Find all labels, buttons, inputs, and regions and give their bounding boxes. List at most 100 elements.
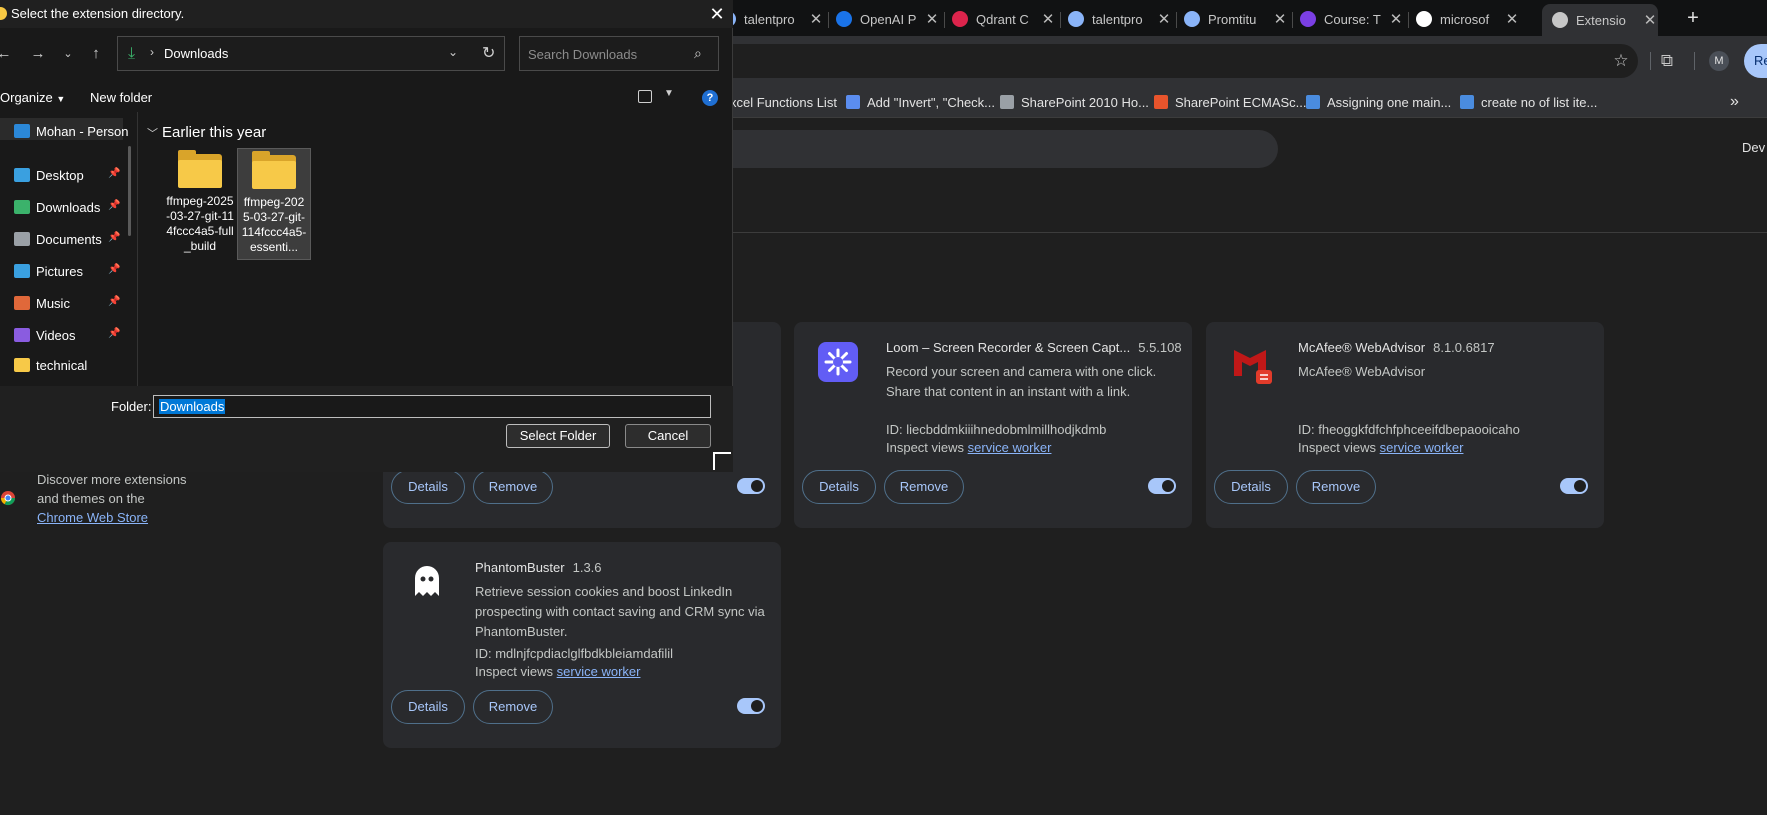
view-mode-icon[interactable] [638, 90, 652, 103]
extension-name: Loom – Screen Recorder & Screen Capt... [886, 340, 1131, 355]
tab-close-icon[interactable]: ✕ [1040, 10, 1056, 28]
resize-grip-icon[interactable] [713, 452, 731, 470]
tab-close-icon[interactable]: ✕ [808, 10, 824, 28]
extension-id: ID: fheoggkfdfchfphceeifdbepaooicaho [1298, 422, 1520, 437]
extension-name-row: Loom – Screen Recorder & Screen Capt... 5… [886, 340, 1182, 355]
openai-icon [836, 11, 852, 27]
remove-button[interactable]: Remove [884, 470, 964, 504]
pin-icon: 📌 [108, 168, 121, 179]
up-arrow-icon[interactable]: ↑ [86, 44, 106, 64]
browser-tab[interactable]: OpenAI P ✕ [836, 6, 940, 32]
bookmark-item[interactable]: xcel Functions List [730, 93, 837, 111]
nav-item-desktop[interactable]: Desktop 📌 [14, 164, 137, 186]
nav-item-downloads[interactable]: Downloads 📌 [14, 196, 137, 218]
service-worker-link[interactable]: service worker [1380, 440, 1464, 455]
service-worker-link[interactable]: service worker [968, 440, 1052, 455]
tab-title: talentpro [1092, 11, 1143, 27]
extension-card: Loom – Screen Recorder & Screen Capt... 5… [794, 322, 1192, 528]
nav-item-onedrive[interactable]: Mohan - Person [14, 120, 137, 142]
tab-separator [944, 12, 945, 28]
dialog-app-icon [0, 7, 7, 20]
bookmark-item[interactable]: create no of list ite... [1460, 93, 1597, 111]
browser-tab[interactable]: talentpro ✕ [720, 6, 824, 32]
new-folder-button[interactable]: New folder [90, 90, 152, 105]
group-header-label: Earlier this year [162, 124, 267, 141]
chrome-web-store-link[interactable]: Chrome Web Store [37, 508, 207, 527]
view-dropdown-icon[interactable]: ▼ [664, 88, 674, 99]
enable-toggle[interactable] [1560, 478, 1588, 494]
location-dropdown-icon[interactable]: ⌄ [448, 45, 458, 59]
nav-item-videos[interactable]: Videos 📌 [14, 324, 137, 346]
bookmark-item[interactable]: SharePoint 2010 Ho... [1000, 93, 1149, 111]
nav-item-pictures[interactable]: Pictures 📌 [14, 260, 137, 282]
remove-button[interactable]: Remove [473, 470, 553, 504]
browser-tab[interactable]: Extensio ✕ [1542, 4, 1658, 36]
enable-toggle[interactable] [737, 698, 765, 714]
folder-name: ffmpeg-2025-03-27-git-114fccc4a5-full_bu… [166, 194, 234, 253]
bookmark-item[interactable]: Assigning one main... [1306, 93, 1451, 111]
folder-name-input[interactable]: Downloads [153, 395, 711, 418]
refresh-icon[interactable]: ↻ [482, 43, 495, 63]
tab-close-icon[interactable]: ✕ [1388, 10, 1404, 28]
cancel-button[interactable]: Cancel [625, 424, 711, 448]
enable-toggle[interactable] [737, 478, 765, 494]
dialog-footer: Folder: Downloads Select Folder Cancel [0, 386, 733, 472]
bookmark-star-icon[interactable]: ☆ [1608, 48, 1634, 74]
select-folder-button[interactable]: Select Folder [506, 424, 610, 448]
relaunch-button[interactable]: Re [1744, 44, 1767, 78]
nav-scrollbar[interactable] [128, 146, 131, 236]
profile-avatar[interactable]: M [1709, 51, 1729, 71]
dialog-command-bar: Organize ▼ New folder ▼ ? [0, 86, 733, 112]
browser-tab[interactable]: Qdrant C ✕ [952, 6, 1056, 32]
details-button[interactable]: Details [1214, 470, 1288, 504]
bookmark-label: create no of list ite... [1481, 94, 1598, 110]
service-worker-link[interactable]: service worker [557, 664, 641, 679]
remove-button[interactable]: Remove [473, 690, 553, 724]
browser-tab[interactable]: microsof ✕ [1416, 6, 1520, 32]
tab-close-icon[interactable]: ✕ [1156, 10, 1172, 28]
discover-text: Discover more extensions and themes on t… [37, 472, 187, 506]
browser-tab[interactable]: Promtitu ✕ [1184, 6, 1288, 32]
tab-close-icon[interactable]: ✕ [1504, 10, 1520, 28]
details-button[interactable]: Details [391, 690, 465, 724]
remove-button[interactable]: Remove [1296, 470, 1376, 504]
nav-item-folder[interactable]: technical [14, 354, 137, 376]
details-button[interactable]: Details [391, 470, 465, 504]
recent-locations-chevron-icon[interactable]: ⌄ [58, 44, 78, 64]
nav-item-label: Pictures [36, 263, 83, 279]
desktop-icon [14, 168, 30, 182]
details-button[interactable]: Details [802, 470, 876, 504]
new-tab-button[interactable]: + [1680, 6, 1706, 32]
organize-menu[interactable]: Organize ▼ [0, 90, 65, 105]
folder-item[interactable]: ffmpeg-2025-03-27-git-114fccc4a5-full_bu… [163, 148, 237, 260]
folder-item[interactable]: ffmpeg-2025-03-27-git-114fccc4a5-essenti… [237, 148, 311, 260]
enable-toggle[interactable] [1148, 478, 1176, 494]
back-arrow-icon[interactable]: ← [0, 44, 14, 64]
dialog-close-icon[interactable]: ✕ [706, 3, 728, 25]
bookmark-label: Assigning one main... [1327, 94, 1452, 110]
location-bar[interactable]: ⤓ › Downloads ⌄ ↻ [117, 36, 505, 71]
extensions-icon[interactable]: ⧉ [1654, 48, 1680, 74]
folder-name: ffmpeg-2025-03-27-git-114fccc4a5-essenti… [241, 195, 307, 254]
tab-close-icon[interactable]: ✕ [1272, 10, 1288, 28]
nav-item-documents[interactable]: Documents 📌 [14, 228, 137, 250]
search-downloads-input[interactable]: Search Downloads ⌕ [519, 36, 719, 71]
group-header[interactable]: ﹀ Earlier this year [147, 124, 266, 141]
nav-item-music[interactable]: Music 📌 [14, 292, 137, 314]
bookmark-label: SharePoint 2010 Ho... [1021, 94, 1149, 110]
bookmarks-overflow-icon[interactable]: » [1730, 93, 1739, 111]
tab-title: talentpro [744, 11, 795, 27]
bookmark-item[interactable]: Add "Invert", "Check... [846, 93, 995, 111]
pin-icon: 📌 [108, 232, 121, 243]
tab-close-icon[interactable]: ✕ [924, 10, 940, 28]
inspect-views: Inspect views service worker [886, 440, 1051, 455]
help-icon[interactable]: ? [702, 90, 718, 106]
downloads-icon: ⤓ [128, 45, 136, 62]
dialog-title: Select the extension directory. [11, 6, 185, 21]
browser-tab[interactable]: Course: T ✕ [1300, 6, 1404, 32]
tab-close-icon[interactable]: ✕ [1642, 11, 1658, 29]
browser-tab[interactable]: talentpro ✕ [1068, 6, 1172, 32]
location-breadcrumb[interactable]: Downloads [164, 46, 228, 61]
forward-arrow-icon[interactable]: → [28, 44, 48, 64]
bookmark-item[interactable]: SharePoint ECMASc... [1154, 93, 1307, 111]
